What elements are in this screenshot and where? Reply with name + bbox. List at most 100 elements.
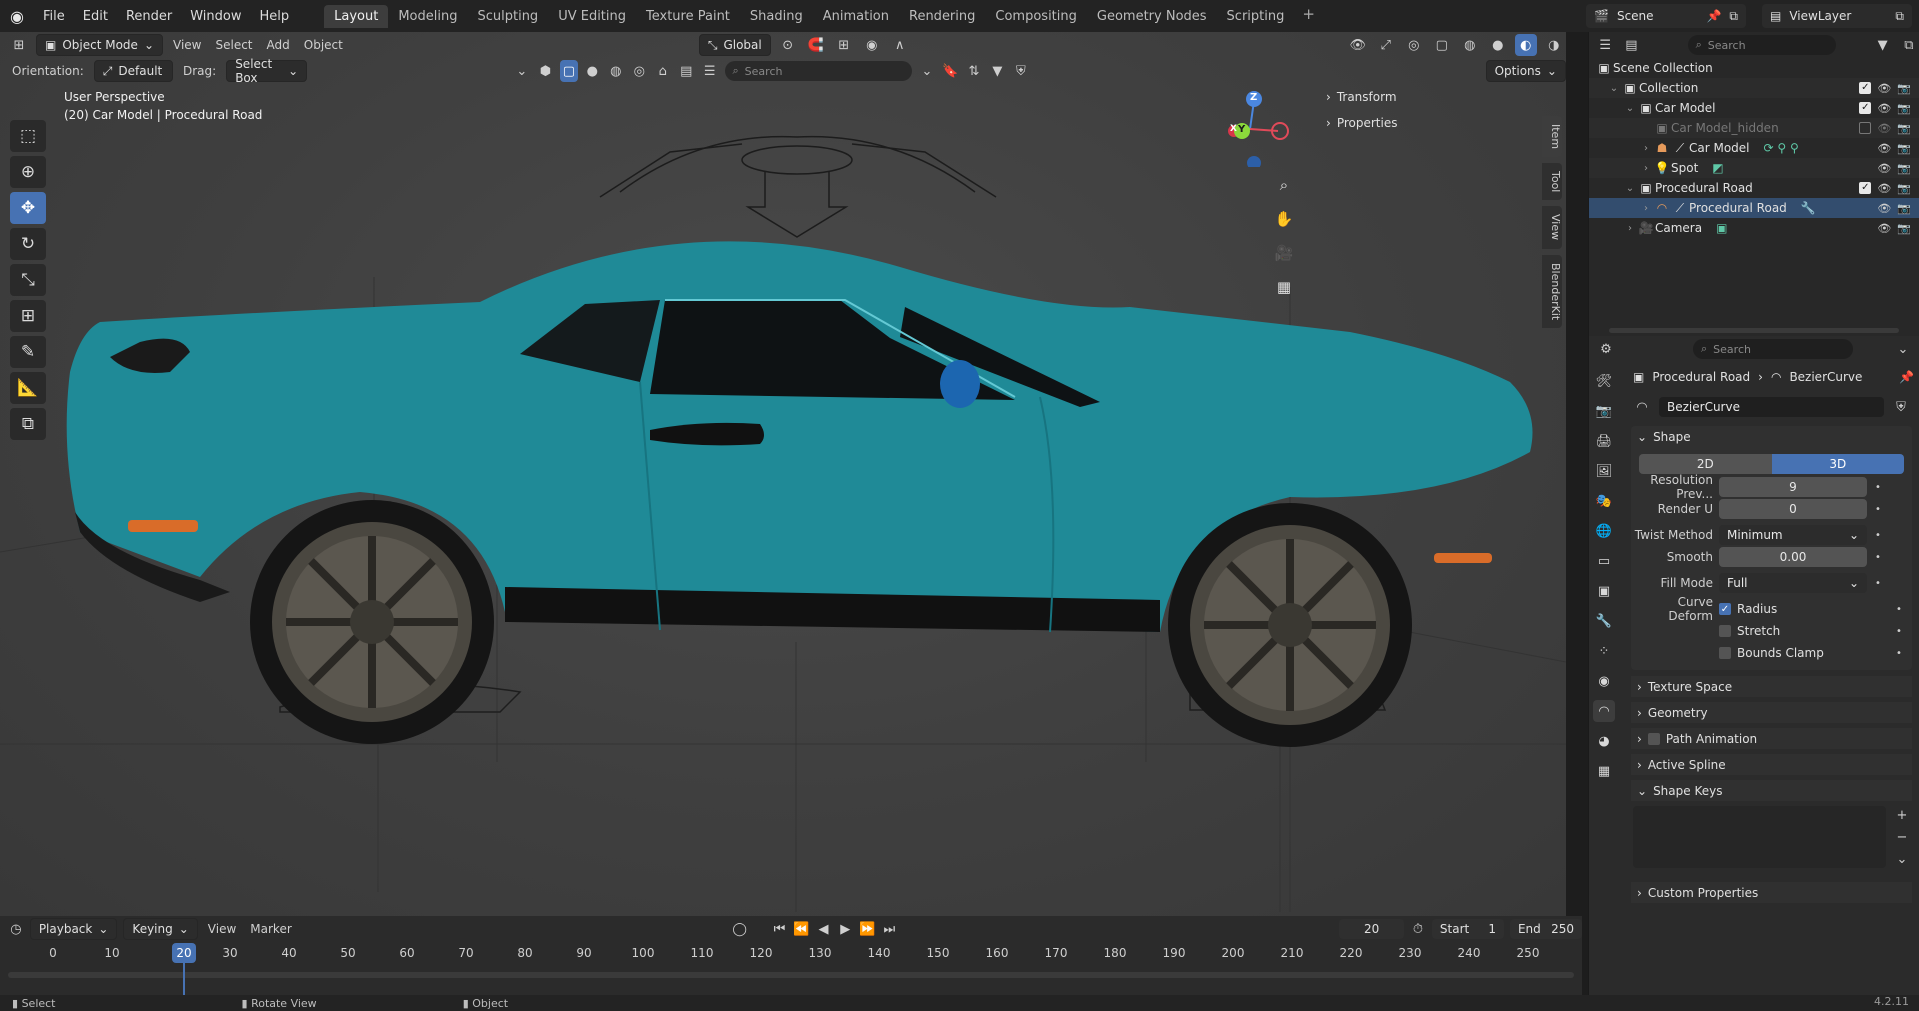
smooth-field[interactable]: 0.00 [1719, 547, 1867, 567]
jump-end-icon[interactable]: ⏭ [881, 918, 897, 940]
camera-icon[interactable]: 📷 [1897, 102, 1911, 115]
next-keyframe-icon[interactable]: ⏩ [859, 918, 875, 940]
overlay-toggle-icon[interactable]: ◎ [1403, 34, 1425, 56]
new-collection-icon[interactable]: ⧉ [1899, 34, 1919, 56]
tab-tool[interactable]: Tool [1542, 163, 1562, 201]
rotate-tool-icon[interactable]: ↻ [10, 228, 46, 260]
path-animation-checkbox[interactable] [1647, 732, 1660, 745]
collection-tab-icon[interactable]: ▭ [1593, 550, 1615, 572]
filter-icon[interactable]: ▼ [989, 60, 1006, 82]
tab-scripting[interactable]: Scripting [1217, 5, 1295, 28]
menu-window[interactable]: Window [181, 9, 250, 24]
tab-animation[interactable]: Animation [813, 5, 899, 28]
model-icon[interactable]: ⌂ [654, 60, 671, 82]
tool-tab-icon[interactable]: 🛠 [1593, 370, 1615, 392]
scene-tab-icon[interactable]: 🎭 [1593, 490, 1615, 512]
object-tab-icon[interactable]: ▣ [1593, 580, 1615, 602]
jump-start-icon[interactable]: ⏮ [772, 918, 788, 940]
outliner-search-input[interactable]: ⌕ Search [1687, 35, 1837, 55]
outliner-row-procedural-road-object[interactable]: › ◠ ⟋ Procedural Road 🔧 👁 📷 [1589, 198, 1919, 218]
camera-icon[interactable]: 📷 [1897, 202, 1911, 215]
tab-sculpting[interactable]: Sculpting [467, 5, 548, 28]
particles-tab-icon[interactable]: ⁘ [1593, 640, 1615, 662]
outliner-row-collection[interactable]: ⌄ ▣ Collection ✓ 👁 📷 [1589, 78, 1919, 98]
playhead-frame[interactable]: 20 [172, 943, 196, 963]
snap-icon[interactable]: 🧲 [805, 34, 827, 56]
chevron-right-icon[interactable]: › [1639, 203, 1653, 214]
visibility-icon[interactable]: 👁 [1347, 34, 1369, 56]
outliner-row-camera[interactable]: › 🎥 Camera ▣ 👁 📷 [1589, 218, 1919, 238]
outliner-scrollbar[interactable] [1609, 328, 1899, 333]
texture-space-panel-header[interactable]: › Texture Space [1631, 676, 1912, 698]
texture-tab-icon[interactable]: ▦ [1593, 760, 1615, 782]
brush-icon[interactable]: ▤ [678, 60, 695, 82]
camera-icon[interactable]: 📷 [1897, 122, 1911, 135]
outliner-row-spot[interactable]: › 💡 Spot ◩ 👁 📷 [1589, 158, 1919, 178]
sort-icon[interactable]: ⇅ [965, 60, 982, 82]
resolution-preview-field[interactable]: 9 [1719, 477, 1867, 497]
tab-layout[interactable]: Layout [324, 4, 389, 28]
checkbox-icon[interactable]: ✓ [1859, 81, 1872, 94]
tab-modeling[interactable]: Modeling [388, 5, 467, 28]
asset-icon[interactable]: ⬢ [537, 60, 554, 82]
gizmo-toggle-icon[interactable]: ⤢ [1375, 34, 1397, 56]
shading-material-icon[interactable]: ◐ [1514, 34, 1537, 56]
animate-dot-icon[interactable]: • [1871, 482, 1885, 493]
chevron-down-icon[interactable]: ⌄ [918, 60, 935, 82]
tab-uv-editing[interactable]: UV Editing [548, 5, 636, 28]
fill-mode-dropdown[interactable]: Full ⌄ [1719, 573, 1867, 593]
falloff-icon[interactable]: ∧ [889, 34, 911, 56]
animate-dot-icon[interactable]: • [1871, 530, 1885, 541]
menu-render[interactable]: Render [117, 9, 181, 24]
material-tab-icon[interactable]: ◕ [1593, 730, 1615, 752]
properties-editor-type-icon[interactable]: ⚙ [1595, 338, 1617, 360]
camera-icon[interactable]: 📷 [1897, 222, 1911, 235]
orientation-dropdown[interactable]: ⤢ Default [93, 60, 173, 82]
select-tool-icon[interactable]: ⬚ [10, 120, 46, 152]
tab-blenderkit[interactable]: BlenderKit [1542, 254, 1562, 328]
outliner-row-car-model-hidden[interactable]: ▣ Car Model_hidden 👁 📷 [1589, 118, 1919, 138]
playback-dropdown[interactable]: Playback ⌄ [29, 918, 118, 940]
filter-icon[interactable]: ▼ [1872, 34, 1892, 56]
eye-icon[interactable]: 👁 [1877, 202, 1891, 215]
shape-keys-list-area[interactable] [1633, 806, 1886, 868]
eye-icon[interactable]: 👁 [1877, 142, 1891, 155]
stretch-checkbox[interactable]: Stretch [1719, 624, 1780, 638]
geometry-panel-header[interactable]: › Geometry [1631, 702, 1912, 724]
eye-icon[interactable]: 👁 [1877, 162, 1891, 175]
transform-orientation-dropdown[interactable]: ⤡ Global [698, 34, 771, 56]
render-tab-icon[interactable]: 📷 [1593, 400, 1615, 422]
path-animation-panel-header[interactable]: › Path Animation [1631, 728, 1912, 750]
bounds-clamp-checkbox[interactable]: Bounds Clamp [1719, 646, 1824, 660]
object-mode-dropdown[interactable]: ▣ Object Mode ⌄ [36, 34, 163, 56]
menu-help[interactable]: Help [251, 9, 299, 24]
twist-method-dropdown[interactable]: Minimum ⌄ [1719, 525, 1867, 545]
outliner-editor-type-icon[interactable]: ☰ [1595, 34, 1615, 56]
pin-icon[interactable]: 📌 [1899, 370, 1914, 384]
material-icon[interactable]: ● [584, 60, 601, 82]
timeline-editor-type-icon[interactable]: ◷ [8, 918, 24, 940]
tab-shading[interactable]: Shading [740, 5, 813, 28]
chevron-down-icon[interactable]: ⌄ [1607, 83, 1621, 94]
keying-dropdown[interactable]: Keying ⌄ [123, 918, 198, 940]
frame-ruler[interactable]: 0 10 30 40 50 60 70 80 90 100 110 120 13… [0, 942, 1582, 1000]
end-frame-field[interactable]: End 250 [1509, 919, 1583, 939]
tab-item[interactable]: Item [1542, 116, 1562, 158]
curve-data-browse-icon[interactable]: ◠ [1631, 396, 1653, 418]
new-scene-icon[interactable]: ⧉ [1729, 9, 1738, 24]
shading-solid-icon[interactable]: ● [1487, 34, 1509, 56]
properties-panel-header[interactable]: › Properties [1322, 110, 1552, 136]
outliner-row-scene-collection[interactable]: ▣ Scene Collection [1589, 58, 1919, 78]
tab-texture-paint[interactable]: Texture Paint [636, 5, 740, 28]
radius-checkbox[interactable]: ✓ Radius [1719, 602, 1777, 616]
animate-dot-icon[interactable]: • [1892, 604, 1906, 615]
outliner-row-procedural-road-collection[interactable]: ⌄ ▣ Procedural Road ✓ 👁 📷 [1589, 178, 1919, 198]
play-icon[interactable]: ▶ [837, 918, 853, 940]
menu-add[interactable]: Add [263, 38, 294, 52]
tab-rendering[interactable]: Rendering [899, 5, 985, 28]
animate-dot-icon[interactable]: • [1892, 648, 1906, 659]
view-layer-selector[interactable]: ▤ ViewLayer ⧉ [1762, 4, 1912, 28]
chevron-right-icon[interactable]: › [1639, 163, 1653, 174]
perspective-grid-icon[interactable]: ▦ [1270, 274, 1298, 300]
tab-view[interactable]: View [1542, 206, 1562, 249]
